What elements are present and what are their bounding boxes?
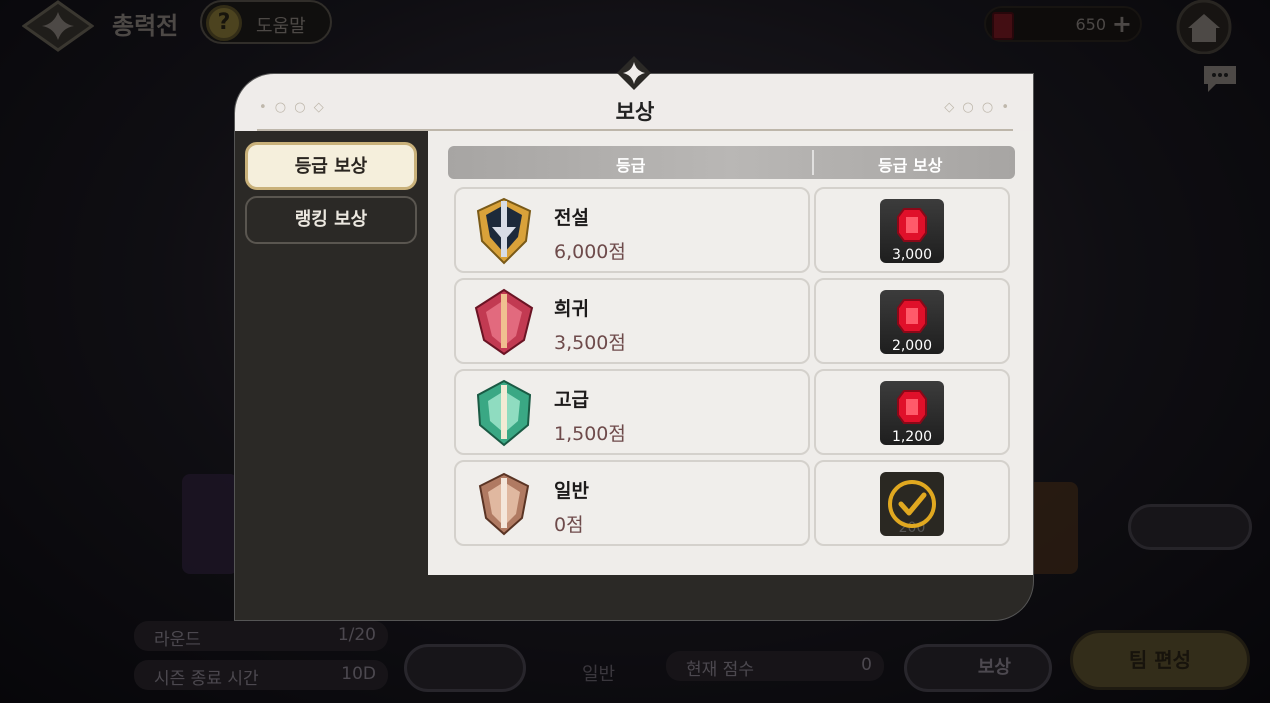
- grade-score: 0점: [554, 514, 584, 536]
- grade-name: 전설: [554, 207, 589, 229]
- column-header-grade: 등급: [616, 156, 646, 175]
- table-row: 전설 6,000점 3,000: [454, 187, 1010, 273]
- sparkle-icon: [617, 56, 651, 90]
- reward-cell: 1,200: [814, 369, 1010, 455]
- advanced-emblem-icon: [476, 379, 532, 447]
- ruby-gem-icon: [897, 299, 927, 333]
- grade-cell: 고급 1,500점: [454, 369, 810, 455]
- normal-emblem-icon: [478, 472, 530, 536]
- grade-score: 3,500점: [554, 332, 626, 354]
- reward-modal: • ○ ○ ◇ ◇ ○ ○ • 보상 등급 보상 랭킹 보상 등급 등급 보상 …: [234, 73, 1034, 621]
- reward-item[interactable]: 2,000: [880, 290, 944, 354]
- ruby-gem-icon: [897, 390, 927, 424]
- legend-emblem-icon: [476, 197, 532, 265]
- grade-name: 일반: [554, 480, 589, 502]
- reward-cell: 3,000: [814, 187, 1010, 273]
- grade-score: 6,000점: [554, 241, 626, 263]
- modal-title: 보상: [615, 100, 655, 124]
- tab-grade-reward[interactable]: 등급 보상: [245, 142, 417, 190]
- reward-tabs: 등급 보상 랭킹 보상: [245, 142, 417, 250]
- table-row: 일반 0점 200: [454, 460, 1010, 546]
- grade-cell: 희귀 3,500점: [454, 278, 810, 364]
- check-icon: [888, 480, 936, 528]
- reward-cell: 2,000: [814, 278, 1010, 364]
- reward-amount: 3,000: [891, 247, 933, 263]
- rare-emblem-icon: [474, 288, 534, 356]
- reward-amount: 1,200: [891, 429, 933, 445]
- column-header-grade-reward: 등급 보상: [878, 156, 943, 175]
- table-header: 등급 등급 보상: [448, 146, 1015, 179]
- reward-cell: 200: [814, 460, 1010, 546]
- tab-ranking-reward[interactable]: 랭킹 보상: [245, 196, 417, 244]
- reward-item[interactable]: 1,200: [880, 381, 944, 445]
- grade-score: 1,500점: [554, 423, 626, 445]
- reward-table: 등급 등급 보상 전설 6,000점 3,000 희귀 3,500점 2,000…: [428, 131, 1033, 575]
- ruby-gem-icon: [897, 208, 927, 242]
- claimed-reward-item[interactable]: 200: [880, 472, 944, 536]
- grade-name: 희귀: [554, 298, 589, 320]
- grade-name: 고급: [554, 389, 589, 411]
- divider: [812, 150, 814, 175]
- reward-item[interactable]: 3,000: [880, 199, 944, 263]
- grade-cell: 일반 0점: [454, 460, 810, 546]
- table-row: 고급 1,500점 1,200: [454, 369, 1010, 455]
- reward-amount: 2,000: [891, 338, 933, 354]
- grade-cell: 전설 6,000점: [454, 187, 810, 273]
- table-row: 희귀 3,500점 2,000: [454, 278, 1010, 364]
